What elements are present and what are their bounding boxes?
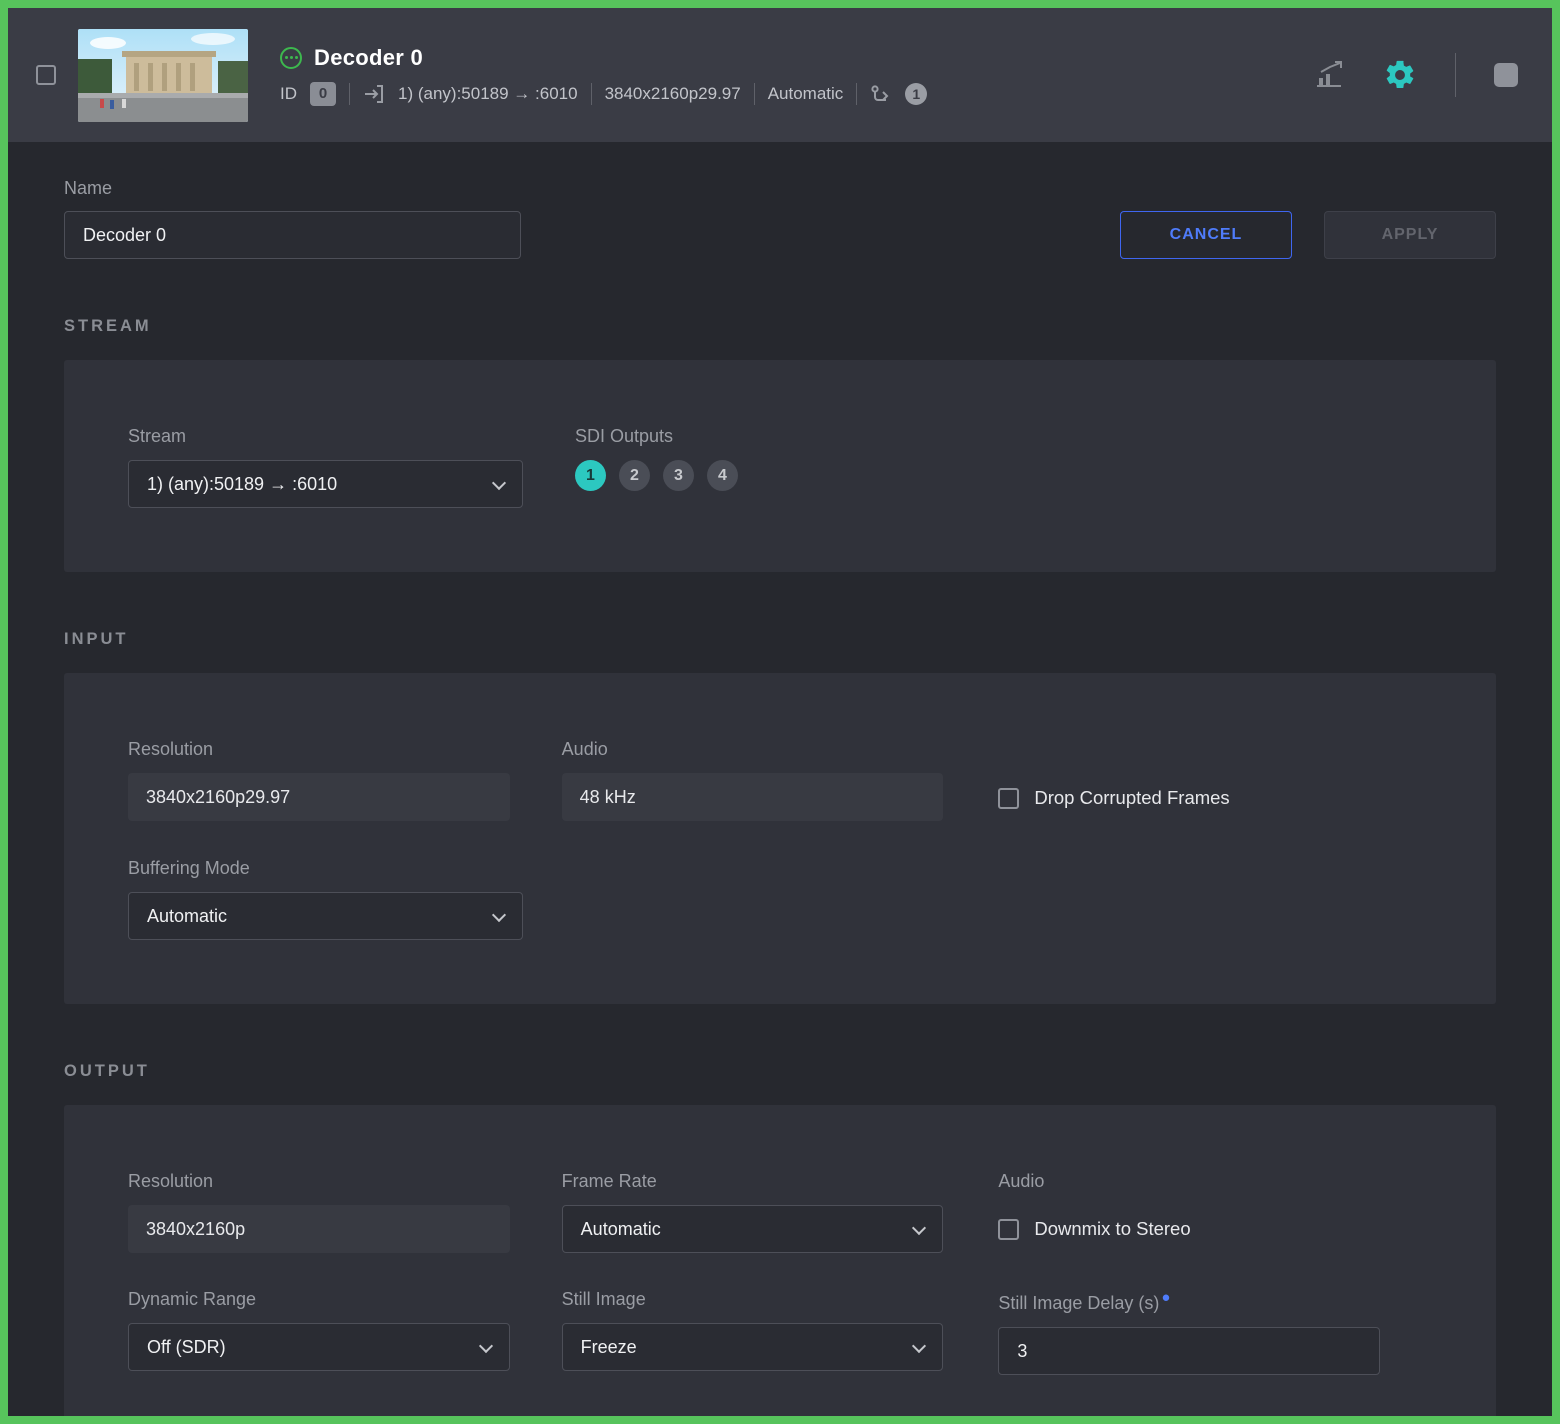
still-image-label: Still Image: [561, 1289, 646, 1309]
sdi-output-2[interactable]: 2: [619, 460, 650, 491]
still-delay-label: Still Image Delay (s) ●: [998, 1289, 1171, 1313]
drop-corrupted-frames-checkbox[interactable]: [998, 787, 1020, 809]
input-audio-value: 48 kHz: [561, 773, 944, 821]
dynamic-range-value: Off (SDR): [147, 1336, 226, 1357]
output-card: Resolution 3840x2160p Frame Rate Automat…: [64, 1105, 1496, 1416]
still-image-select[interactable]: Freeze: [561, 1323, 944, 1371]
meta-divider: [753, 82, 755, 105]
panel-toggle-icon[interactable]: [1494, 63, 1518, 87]
id-badge: 0: [310, 81, 336, 106]
output-count-badge: 1: [905, 82, 928, 105]
decoder-select-checkbox[interactable]: [36, 65, 56, 85]
name-field-group: Name: [64, 178, 521, 259]
frame-rate-label: Frame Rate: [561, 1171, 657, 1191]
chevron-down-icon: [478, 1338, 493, 1354]
drop-corrupted-frames-label: Drop Corrupted Frames: [1034, 787, 1230, 808]
buffering-mode-label: Buffering Mode: [128, 858, 250, 878]
downmix-stereo-checkbox-row[interactable]: Downmix to Stereo: [998, 1205, 1380, 1253]
sdi-outputs-group: SDI Outputs 1 2 3 4: [575, 426, 970, 508]
output-resolution-group: Resolution 3840x2160p: [128, 1171, 510, 1253]
meta-mode: Automatic: [767, 83, 844, 103]
settings-gear-icon[interactable]: [1383, 58, 1417, 92]
buffering-mode-group: Buffering Mode Automatic: [128, 858, 523, 940]
input-section-title: INPUT: [64, 630, 129, 648]
cancel-button[interactable]: CANCEL: [1120, 211, 1292, 259]
decoder-header: Decoder 0 ID 0 1) (any):50189 → :6010 38…: [8, 8, 1552, 142]
sdi-output-1[interactable]: 1: [575, 460, 606, 491]
still-image-group: Still Image Freeze: [561, 1289, 944, 1375]
dynamic-range-group: Dynamic Range Off (SDR): [128, 1289, 510, 1375]
still-delay-group: Still Image Delay (s) ●: [998, 1289, 1381, 1375]
input-resolution-label: Resolution: [128, 739, 214, 759]
buffering-mode-value: Automatic: [147, 905, 228, 926]
preview-thumbnail: [78, 28, 248, 122]
stream-section-title: STREAM: [64, 317, 152, 335]
name-row: Name CANCEL APPLY: [64, 178, 1496, 259]
action-buttons: CANCEL APPLY: [1120, 211, 1496, 259]
meta-stream-value: 1) (any):50189 → :6010: [398, 83, 578, 103]
meta-divider: [856, 82, 858, 105]
meta-divider: [590, 82, 592, 105]
output-resolution-label: Resolution: [128, 1171, 214, 1191]
input-resolution-group: Resolution 3840x2160p29.97: [128, 739, 510, 822]
decoder-status-icon: [280, 46, 302, 69]
page-title: Decoder 0: [314, 44, 424, 70]
drop-corrupted-frames-checkbox-row[interactable]: Drop Corrupted Frames: [998, 774, 1380, 822]
downmix-stereo-label: Downmix to Stereo: [1034, 1218, 1191, 1239]
apply-button[interactable]: APPLY: [1324, 211, 1496, 259]
dynamic-range-label: Dynamic Range: [128, 1289, 257, 1309]
header-actions: [1313, 53, 1518, 97]
sdi-outputs-label: SDI Outputs: [575, 426, 674, 446]
dynamic-range-select[interactable]: Off (SDR): [128, 1323, 510, 1371]
output-audio-group: Audio Downmix to Stereo: [998, 1171, 1380, 1253]
drop-frames-group: Drop Corrupted Frames: [998, 739, 1380, 822]
chevron-down-icon: [912, 1220, 927, 1236]
output-section-title: OUTPUT: [64, 1062, 150, 1080]
stream-input-icon: [363, 84, 385, 104]
stream-label: Stream: [128, 426, 187, 446]
frame-rate-group: Frame Rate Automatic: [561, 1171, 944, 1253]
sdi-output-icon: [870, 84, 892, 104]
chevron-down-icon: [912, 1338, 927, 1354]
input-card: Resolution 3840x2160p29.97 Audio 48 kHz …: [64, 673, 1496, 1004]
meta-resolution: 3840x2160p29.97: [604, 83, 741, 103]
stream-select[interactable]: 1) (any):50189 → :6010: [128, 460, 523, 508]
thumbnail-image: [78, 28, 248, 122]
stream-field-group: Stream 1) (any):50189 → :6010: [128, 426, 523, 508]
decoder-meta-row: ID 0 1) (any):50189 → :6010 3840x2160p29…: [280, 81, 928, 106]
chevron-down-icon: [491, 475, 507, 491]
stream-select-value: 1) (any):50189 → :6010: [147, 473, 338, 494]
frame-rate-value: Automatic: [580, 1218, 661, 1239]
decoder-settings-page: Decoder 0 ID 0 1) (any):50189 → :6010 38…: [0, 0, 1560, 1424]
name-label: Name: [64, 178, 113, 198]
statistics-chart-icon[interactable]: [1313, 60, 1345, 90]
still-image-value: Freeze: [580, 1336, 637, 1357]
input-audio-label: Audio: [561, 739, 608, 759]
buffering-mode-select[interactable]: Automatic: [128, 892, 523, 940]
stream-card: Stream 1) (any):50189 → :6010 SDI Output…: [64, 360, 1496, 572]
sdi-output-4[interactable]: 4: [707, 460, 738, 491]
frame-rate-select[interactable]: Automatic: [561, 1205, 944, 1253]
chevron-down-icon: [491, 907, 507, 923]
output-audio-label: Audio: [998, 1171, 1045, 1191]
output-resolution-value: 3840x2160p: [128, 1205, 510, 1253]
required-dot-icon: ●: [1161, 1289, 1171, 1306]
sdi-outputs-row: 1 2 3 4: [575, 460, 970, 491]
id-label: ID: [280, 83, 297, 103]
input-audio-group: Audio 48 kHz: [561, 739, 944, 822]
name-input[interactable]: [64, 211, 521, 259]
sdi-output-3[interactable]: 3: [663, 460, 694, 491]
still-delay-input[interactable]: [998, 1327, 1381, 1375]
title-block: Decoder 0 ID 0 1) (any):50189 → :6010 38…: [280, 44, 928, 106]
input-resolution-value: 3840x2160p29.97: [128, 773, 510, 821]
downmix-stereo-checkbox[interactable]: [998, 1218, 1020, 1240]
meta-divider: [349, 82, 350, 105]
header-divider: [1455, 53, 1456, 97]
settings-content: Name CANCEL APPLY STREAM Stream 1) (any)…: [8, 142, 1552, 1416]
